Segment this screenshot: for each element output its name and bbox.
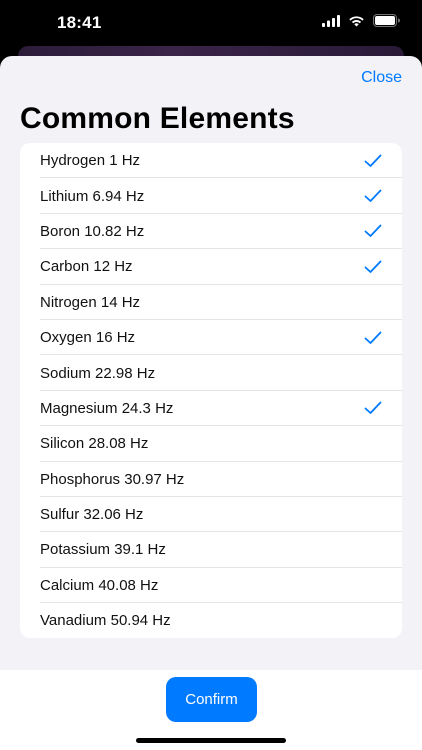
checkmark-icon	[364, 154, 382, 167]
checkmark-icon	[364, 189, 382, 202]
list-item[interactable]: Hydrogen 1 Hz	[20, 143, 402, 179]
status-bar: 18:41	[0, 0, 422, 46]
list-item-label: Phosphorus 30.97 Hz	[40, 470, 185, 488]
list-item[interactable]: Silicon 28.08 Hz	[20, 426, 402, 462]
checkmark-icon	[364, 260, 382, 273]
list-item-label: Boron 10.82 Hz	[40, 222, 145, 240]
list-item[interactable]: Carbon 12 Hz	[20, 249, 402, 285]
checkmark-icon	[364, 225, 382, 238]
list-item-label: Carbon 12 Hz	[40, 258, 133, 276]
list-item-label: Sulfur 32.06 Hz	[40, 506, 144, 524]
list-item-label: Silicon 28.08 Hz	[40, 435, 149, 453]
battery-icon	[373, 14, 400, 32]
app-screen: 18:41 Close Common Elements Hydrogen 1 H…	[0, 0, 422, 750]
list-item[interactable]: Potassium 39.1 Hz	[20, 532, 402, 569]
list-item-label: Sodium 22.98 Hz	[40, 364, 156, 382]
list-item[interactable]: Phosphorus 30.97 Hz	[20, 462, 402, 498]
list-item-label: Hydrogen 1 Hz	[40, 152, 141, 170]
list-item[interactable]: Nitrogen 14 Hz	[20, 285, 402, 321]
list-item-label: Potassium 39.1 Hz	[40, 541, 166, 559]
element-list: Hydrogen 1 Hz Lithium 6.94 Hz Boron 10.82 …	[20, 143, 402, 639]
cellular-signal-icon	[322, 14, 340, 32]
list-item-label: Oxygen 16 Hz	[40, 329, 136, 347]
list-item-label: Nitrogen 14 Hz	[40, 293, 141, 311]
modal-sheet: Close Common Elements Hydrogen 1 Hz Lithi…	[0, 56, 422, 750]
list-item[interactable]: Lithium 6.94 Hz	[20, 178, 402, 215]
list-item[interactable]: Oxygen 16 Hz	[20, 320, 402, 356]
list-item-label: Calcium 40.08 Hz	[40, 576, 159, 594]
close-button[interactable]: Close	[361, 69, 402, 87]
checkmark-icon	[364, 331, 382, 344]
list-item[interactable]: Magnesium 24.3 Hz	[20, 391, 402, 427]
list-item[interactable]: Vanadium 50.94 Hz	[20, 603, 402, 638]
status-time: 18:41	[57, 13, 102, 32]
list-item[interactable]: Calcium 40.08 Hz	[20, 568, 402, 604]
wifi-icon	[348, 14, 365, 32]
home-indicator	[136, 738, 286, 743]
status-icons	[322, 14, 400, 32]
page-title: Common Elements	[20, 102, 295, 135]
list-item[interactable]: Sulfur 32.06 Hz	[20, 497, 402, 533]
list-item[interactable]: Sodium 22.98 Hz	[20, 355, 402, 392]
list-item-label: Magnesium 24.3 Hz	[40, 399, 174, 417]
list-item-label: Lithium 6.94 Hz	[40, 187, 145, 205]
confirm-button[interactable]: Confirm	[166, 677, 257, 722]
list-item[interactable]: Boron 10.82 Hz	[20, 214, 402, 250]
checkmark-icon	[364, 402, 382, 415]
list-item-label: Vanadium 50.94 Hz	[40, 612, 171, 630]
